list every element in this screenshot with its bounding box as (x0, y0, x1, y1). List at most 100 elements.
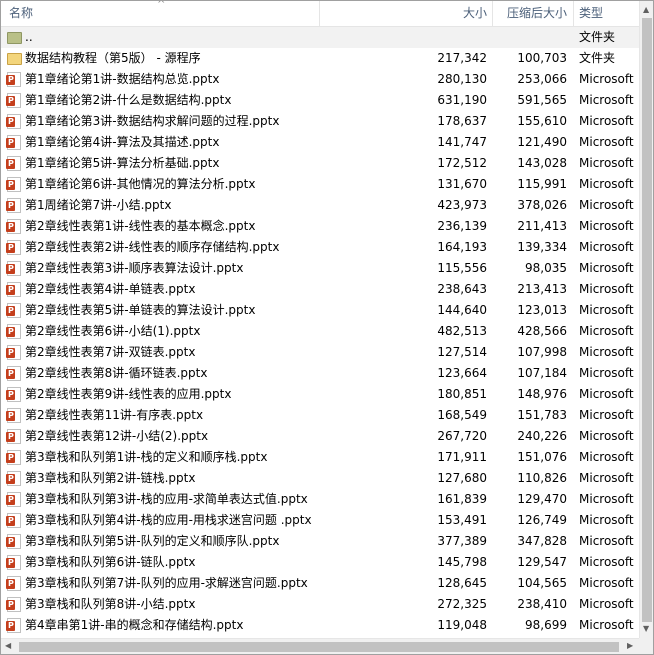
list-item[interactable]: 第3章栈和队列第4讲-栈的应用-用栈求迷宫问题 .pptx 153,491 126,… (1, 510, 639, 531)
list-item[interactable]: 第2章线性表第11讲-有序表.pptx 168,549 151,783 Microso… (1, 405, 639, 426)
file-type: Microsoft (579, 366, 634, 380)
file-name: 第2章线性表第12讲-小结(2).pptx (25, 429, 209, 443)
file-size: 115,556 (437, 261, 487, 275)
pptx-file-icon (6, 72, 21, 87)
file-size: 217,342 (437, 51, 487, 65)
scrollbar-corner (639, 638, 653, 654)
list-item[interactable]: 第2章线性表第2讲-线性表的顺序存储结构.pptx 164,193 139,334 M… (1, 237, 639, 258)
file-type: Microsoft (579, 219, 634, 233)
file-list-window: 名称 ^ 大小 压缩后大小 类型 .. 文件夹 数据结构教程（第5版） - 源程序 2… (0, 0, 654, 655)
list-item[interactable]: 第4章串第1讲-串的概念和存储结构.pptx 119,048 98,699 Micro… (1, 615, 639, 636)
list-item[interactable]: 第3章栈和队列第8讲-小结.pptx 272,325 238,410 Microsof… (1, 594, 639, 615)
file-type: Microsoft (579, 240, 634, 254)
file-name: 第3章栈和队列第1讲-栈的定义和顺序栈.pptx (25, 450, 268, 464)
list-item[interactable]: 第2章线性表第1讲-线性表的基本概念.pptx 236,139 211,413 Mic… (1, 216, 639, 237)
list-item[interactable]: 第1章绪论第1讲-数据结构总览.pptx 280,130 253,066 Micros… (1, 69, 639, 90)
file-size: 141,747 (437, 135, 487, 149)
file-name: 数据结构教程（第5版） - 源程序 (25, 51, 201, 65)
list-item[interactable]: 第3章栈和队列第5讲-队列的定义和顺序队.pptx 377,389 347,828 M… (1, 531, 639, 552)
pptx-file-icon (6, 597, 21, 612)
list-item[interactable]: 第3章栈和队列第2讲-链栈.pptx 127,680 110,826 Microsof… (1, 468, 639, 489)
file-name: 第3章栈和队列第6讲-链队.pptx (25, 555, 196, 569)
file-name: 第4章串第1讲-串的概念和存储结构.pptx (25, 618, 244, 632)
column-header-size[interactable]: 大小 (321, 1, 487, 26)
compressed-size: 155,610 (517, 114, 567, 128)
file-type: Microsoft (579, 471, 634, 485)
file-size: 631,190 (437, 93, 487, 107)
folder-icon (7, 53, 22, 65)
column-divider[interactable] (319, 1, 320, 26)
horizontal-scroll-thumb[interactable] (19, 642, 619, 652)
compressed-size: 240,226 (517, 429, 567, 443)
compressed-size: 148,976 (517, 387, 567, 401)
file-size: 168,549 (437, 408, 487, 422)
list-item[interactable]: 第3章栈和队列第1讲-栈的定义和顺序栈.pptx 171,911 151,076 Mi… (1, 447, 639, 468)
file-type: Microsoft (579, 282, 634, 296)
file-size: 123,664 (437, 366, 487, 380)
file-size: 131,670 (437, 177, 487, 191)
scroll-left-icon[interactable]: ◀ (5, 642, 11, 650)
file-type: 文件夹 (579, 30, 616, 44)
file-size: 238,643 (437, 282, 487, 296)
pptx-file-icon (6, 93, 21, 108)
pptx-file-icon (6, 303, 21, 318)
file-type: 文件夹 (579, 51, 616, 65)
list-item[interactable]: 第2章线性表第4讲-单链表.pptx 238,643 213,413 Microsof… (1, 279, 639, 300)
file-name: 第2章线性表第6讲-小结(1).pptx (25, 324, 201, 338)
file-type: Microsoft (579, 513, 634, 527)
file-type: Microsoft (579, 156, 634, 170)
file-name: 第1周绪论第7讲-小结.pptx (25, 198, 172, 212)
file-name: 第3章栈和队列第8讲-小结.pptx (25, 597, 196, 611)
vertical-scroll-thumb[interactable] (642, 18, 652, 622)
file-name: 第1章绪论第6讲-其他情况的算法分析.pptx (25, 177, 256, 191)
list-item[interactable]: 第3章栈和队列第6讲-链队.pptx 145,798 129,547 Microsof… (1, 552, 639, 573)
file-name: 第2章线性表第5讲-单链表的算法设计.pptx (25, 303, 256, 317)
list-item[interactable]: 第2章线性表第8讲-循环链表.pptx 123,664 107,184 Microso… (1, 363, 639, 384)
list-item[interactable]: 第3章栈和队列第3讲-栈的应用-求简单表达式值.pptx 161,839 129,4… (1, 489, 639, 510)
column-divider[interactable] (573, 1, 574, 26)
list-item[interactable]: 第1章绪论第5讲-算法分析基础.pptx 172,512 143,028 Micros… (1, 153, 639, 174)
pptx-file-icon (6, 177, 21, 192)
list-item[interactable]: 第2章线性表第5讲-单链表的算法设计.pptx 144,640 123,013 Mic… (1, 300, 639, 321)
list-item[interactable]: 第1章绪论第2讲-什么是数据结构.pptx 631,190 591,565 Micro… (1, 90, 639, 111)
column-header-type[interactable]: 类型 (579, 1, 639, 26)
list-item[interactable]: 第1章绪论第6讲-其他情况的算法分析.pptx 131,670 115,991 Mic… (1, 174, 639, 195)
column-header-compressed[interactable]: 压缩后大小 (494, 1, 567, 26)
file-size: 482,513 (437, 324, 487, 338)
list-item[interactable]: 第1章绪论第3讲-数据结构求解问题的过程.pptx 178,637 155,610 M… (1, 111, 639, 132)
scroll-down-icon[interactable]: ▼ (643, 625, 649, 633)
file-size: 164,193 (437, 240, 487, 254)
file-size: 272,325 (437, 597, 487, 611)
file-name: 第2章线性表第8讲-循环链表.pptx (25, 366, 208, 380)
list-item[interactable]: 第2章线性表第3讲-顺序表算法设计.pptx 115,556 98,035 Micro… (1, 258, 639, 279)
pptx-file-icon (6, 492, 21, 507)
list-item[interactable]: 数据结构教程（第5版） - 源程序 217,342 100,703 文件夹 (1, 48, 639, 69)
scroll-up-icon[interactable]: ▲ (643, 6, 649, 14)
file-type: Microsoft (579, 72, 634, 86)
file-name: 第3章栈和队列第2讲-链栈.pptx (25, 471, 196, 485)
compressed-size: 238,410 (517, 597, 567, 611)
compressed-size: 347,828 (517, 534, 567, 548)
list-item[interactable]: .. 文件夹 (1, 27, 639, 48)
file-name: 第2章线性表第9讲-线性表的应用.pptx (25, 387, 232, 401)
file-type: Microsoft (579, 177, 634, 191)
list-item[interactable]: 第2章线性表第9讲-线性表的应用.pptx 180,851 148,976 Micro… (1, 384, 639, 405)
file-name: 第3章栈和队列第5讲-队列的定义和顺序队.pptx (25, 534, 280, 548)
list-item[interactable]: 第2章线性表第12讲-小结(2).pptx 267,720 240,226 Micro… (1, 426, 639, 447)
list-item[interactable]: 第2章线性表第6讲-小结(1).pptx 482,513 428,566 Micros… (1, 321, 639, 342)
file-size: 236,139 (437, 219, 487, 233)
compressed-size: 123,013 (517, 303, 567, 317)
list-item[interactable]: 第2章线性表第7讲-双链表.pptx 127,514 107,998 Microsof… (1, 342, 639, 363)
list-item[interactable]: 第1章绪论第4讲-算法及其描述.pptx 141,747 121,490 Micros… (1, 132, 639, 153)
list-item[interactable]: 第1周绪论第7讲-小结.pptx 423,973 378,026 Microsoft (1, 195, 639, 216)
file-size: 280,130 (437, 72, 487, 86)
scroll-right-icon[interactable]: ▶ (627, 642, 633, 650)
file-name: 第1章绪论第5讲-算法分析基础.pptx (25, 156, 220, 170)
list-item[interactable]: 第3章栈和队列第7讲-队列的应用-求解迷宫问题.pptx 128,645 104,5… (1, 573, 639, 594)
horizontal-scrollbar[interactable]: ◀ ▶ (1, 638, 639, 654)
file-size: 161,839 (437, 492, 487, 506)
vertical-scrollbar[interactable]: ▲ ▼ (639, 1, 653, 638)
column-divider[interactable] (492, 1, 493, 26)
file-name: 第1章绪论第2讲-什么是数据结构.pptx (25, 93, 232, 107)
compressed-size: 129,470 (517, 492, 567, 506)
